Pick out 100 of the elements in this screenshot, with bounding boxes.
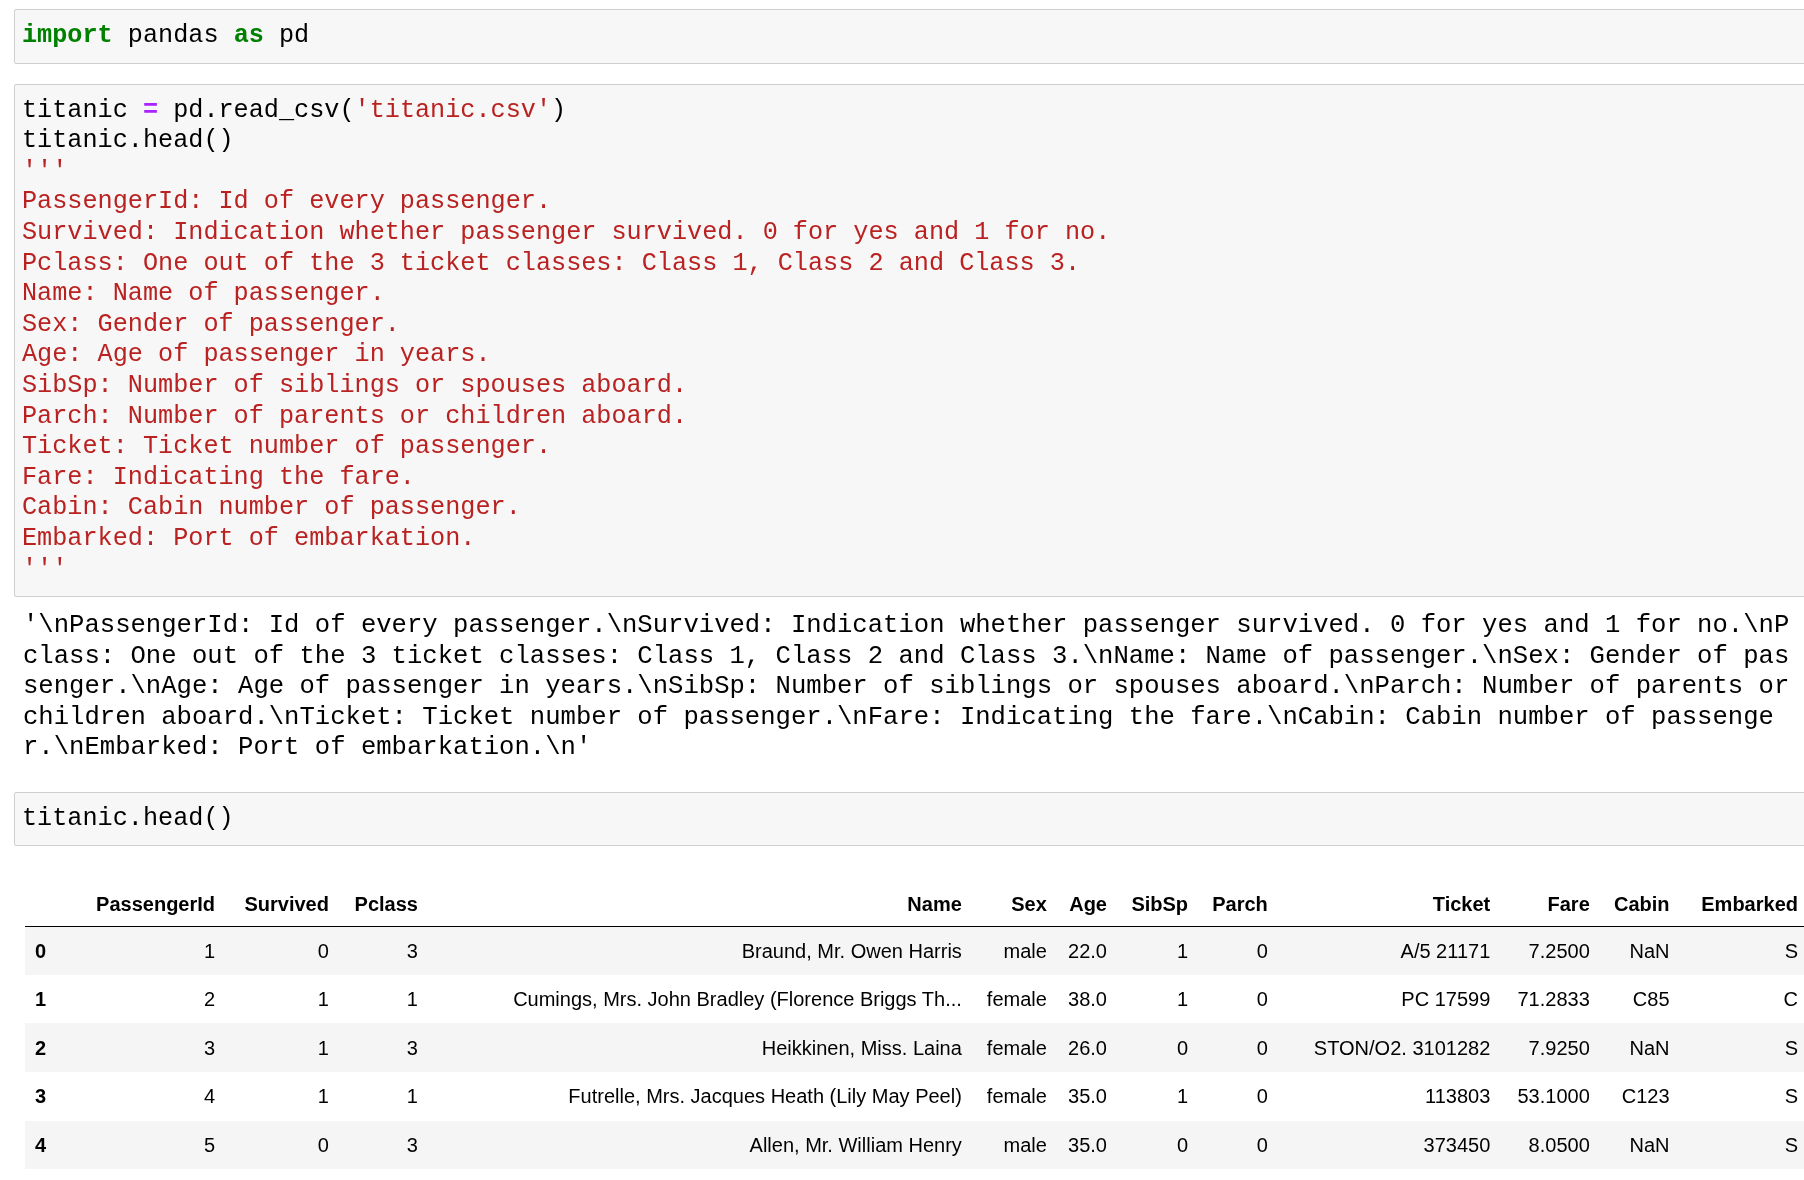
code-text: ) <box>551 95 567 127</box>
string-text: ''' <box>22 156 68 188</box>
code-text: pd.read_csv( <box>172 95 355 127</box>
table-cell: 0 <box>1194 1120 1274 1170</box>
table-cell: 1 <box>1113 974 1195 1024</box>
table-cell: 373450 <box>1273 1120 1497 1170</box>
table-cell: 26.0 <box>1052 1023 1113 1072</box>
table-cell: S <box>1675 926 1804 975</box>
column-header: Fare <box>1496 882 1596 927</box>
table-cell: 1 <box>1113 926 1195 975</box>
table-cell: NaN <box>1595 926 1676 975</box>
table-cell: 53.1000 <box>1496 1071 1596 1121</box>
column-header: Pclass <box>334 882 424 927</box>
code-text: titanic.head() <box>22 803 234 835</box>
table-cell: NaN <box>1595 1023 1676 1072</box>
keyword-text: import <box>22 21 113 52</box>
string-text: Age: Age of passenger in years. <box>22 340 491 371</box>
table-cell: 1 <box>66 926 222 975</box>
table-cell: female <box>967 1071 1053 1121</box>
table-cell: 3 <box>334 1120 424 1170</box>
table-cell: 1 <box>221 974 335 1024</box>
column-header: Parch <box>1194 882 1274 927</box>
row-index: 3 <box>25 1071 67 1121</box>
string-text: Parch: Number of parents or children aboard. <box>22 401 688 433</box>
table-cell: 0 <box>221 1120 335 1170</box>
table-cell: 1 <box>334 974 424 1024</box>
row-index: 0 <box>25 926 67 975</box>
column-header: Ticket <box>1273 882 1497 927</box>
row-index: 1 <box>25 974 67 1024</box>
table-cell: Futrelle, Mrs. Jacques Heath (Lily May Peel) <box>423 1071 968 1121</box>
code-text: pd <box>277 21 310 52</box>
table-cell: 3 <box>334 926 424 975</box>
string-text: Ticket: Ticket number of passenger. <box>22 432 552 463</box>
column-header: Age <box>1052 882 1113 927</box>
string-text: Fare: Indicating the fare. <box>22 462 415 494</box>
table-cell: 113803 <box>1273 1071 1497 1121</box>
string-text: Survived: Indication whether passenger survived. 0 for yes and 1 for no. <box>22 217 1111 249</box>
table-cell: C123 <box>1595 1071 1676 1121</box>
string-text: Cabin: Cabin number of passenger. <box>22 493 521 524</box>
table-cell: 71.2833 <box>1496 974 1596 1024</box>
table-cell: 1 <box>1113 1071 1195 1121</box>
table-cell: Allen, Mr. William Henry <box>423 1120 968 1170</box>
row-index: 2 <box>25 1023 67 1072</box>
table-cell: 0 <box>1113 1023 1195 1072</box>
table-cell: 3 <box>334 1023 424 1072</box>
table-cell: S <box>1675 1023 1804 1072</box>
code-cell[interactable]: titanic.head() <box>14 791 1804 847</box>
table-cell: Heikkinen, Miss. Laina <box>423 1023 968 1072</box>
code-cell[interactable] <box>14 83 1804 598</box>
operator-text: = <box>142 95 159 127</box>
table-cell: 0 <box>1194 1071 1274 1121</box>
string-text: Pclass: One out of the 3 ticket classes: Class 1, Class 2 and Class 3. <box>22 248 1081 280</box>
code-text: pandas <box>126 21 220 52</box>
string-text: Name: Name of passenger. <box>22 279 385 310</box>
table-cell: 38.0 <box>1052 974 1113 1024</box>
string-text: SibSp: Number of siblings or spouses aboard. <box>22 370 688 402</box>
table-cell: 0 <box>221 926 335 975</box>
table-cell: 0 <box>1194 974 1274 1024</box>
string-text: 'titanic.csv' <box>354 95 552 127</box>
table-cell: 0 <box>1113 1120 1195 1170</box>
output-text: '\nPassengerId: Id of every passenger.\nSurvived: Indication whether passenger survived. 0 for yes and 1 for no.\nPclass: One out of the 3 ticket classes: Class 1, Class 2 and Class 3.\nName: Name of passenger.\nSex: Gender of passenger.\nAge: Age of passenger in years.\nSibSp: Number of siblings or spouses aboard.\nParch: Number of parents or children aboard.\nTicket: Ticket number of passenger.\nFare: Indicating the fare.\nCabin: Cabin number of passenger.\nEmbarked: Port of embarkation.\n' <box>23 611 1791 764</box>
table-cell: STON/O2. 3101282 <box>1273 1023 1497 1072</box>
keyword-text: as <box>233 21 264 52</box>
string-text: Sex: Gender of passenger. <box>22 309 400 341</box>
table-cell: female <box>967 974 1053 1024</box>
table-cell: A/5 21171 <box>1273 926 1497 975</box>
column-header: Sex <box>967 882 1053 927</box>
table-cell: 22.0 <box>1052 926 1113 975</box>
code-cell[interactable]: import pandas as pd <box>14 9 1804 64</box>
table-cell: 35.0 <box>1052 1120 1113 1170</box>
table-cell: male <box>967 1120 1053 1170</box>
code-text: titanic <box>22 95 129 127</box>
string-text: PassengerId: Id of every passenger. <box>22 187 552 218</box>
table-cell: 1 <box>334 1071 424 1121</box>
table-cell: 1 <box>221 1023 335 1072</box>
column-header: SibSp <box>1113 882 1195 927</box>
table-cell: 7.9250 <box>1496 1023 1596 1072</box>
table-cell: C <box>1675 974 1804 1024</box>
table-cell: PC 17599 <box>1273 974 1497 1024</box>
table-cell: 8.0500 <box>1496 1120 1596 1170</box>
table-cell: 0 <box>1194 926 1274 975</box>
table-cell: 2 <box>66 974 222 1024</box>
table-cell: female <box>967 1023 1053 1072</box>
column-header: Cabin <box>1595 882 1676 927</box>
column-header: Name <box>423 882 968 927</box>
code-text: titanic.head() <box>22 126 234 157</box>
table-cell: 35.0 <box>1052 1071 1113 1121</box>
column-header: Survived <box>221 882 335 927</box>
string-text: ''' <box>22 554 68 586</box>
table-cell: S <box>1675 1071 1804 1121</box>
row-index: 4 <box>25 1120 67 1170</box>
table-cell: 4 <box>66 1071 222 1121</box>
table-cell: 5 <box>66 1120 222 1170</box>
table-cell: S <box>1675 1120 1804 1170</box>
table-cell: NaN <box>1595 1120 1676 1170</box>
table-cell: 0 <box>1194 1023 1274 1072</box>
table-cell: 3 <box>66 1023 222 1072</box>
column-header: Embarked <box>1675 882 1804 927</box>
table-cell: C85 <box>1595 974 1676 1024</box>
table-cell: Cumings, Mrs. John Bradley (Florence Briggs Th... <box>423 974 968 1024</box>
